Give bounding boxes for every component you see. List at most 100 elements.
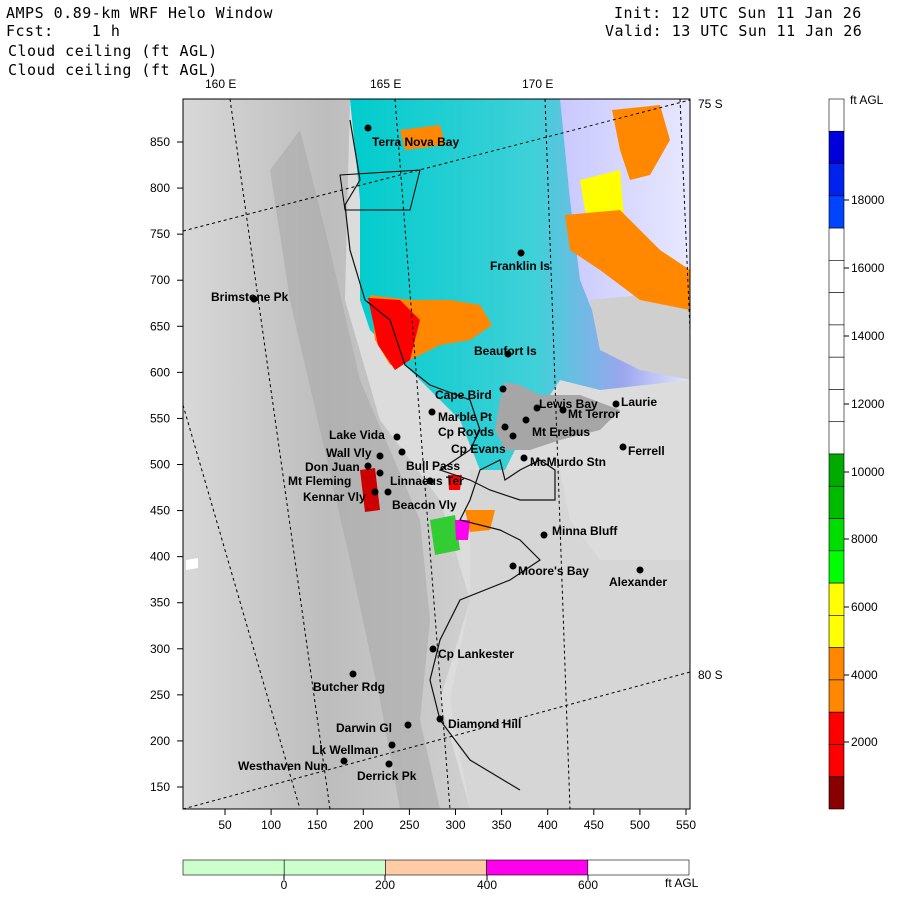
x-tick-label: 300 [445, 818, 465, 832]
header-field-1: Cloud ceiling (ft AGL) [8, 42, 218, 60]
lon-label-165e: 165 E [370, 77, 401, 91]
colorbar-right-segment [828, 679, 845, 713]
colorbar-right-segment [828, 421, 845, 455]
station-dot [559, 406, 567, 414]
colorbar-right-label: 12000 [851, 397, 885, 411]
x-tick-label: 550 [676, 818, 696, 832]
x-tick-label: 350 [492, 818, 512, 832]
station-dot [517, 249, 525, 257]
colorbar-right-segment [828, 550, 845, 584]
y-tick-label: 400 [150, 550, 170, 564]
cloud-white-w [186, 558, 198, 570]
station-label: Westhaven Nun [238, 759, 328, 773]
station-dot [509, 562, 517, 570]
y-tick-label: 300 [150, 642, 170, 656]
y-tick-label: 500 [150, 458, 170, 472]
colorbar-right-label: 14000 [851, 329, 885, 343]
x-tick-label: 200 [353, 818, 373, 832]
y-tick-label: 600 [150, 365, 170, 379]
station-dot [509, 432, 517, 440]
colorbar-bottom-label: 0 [281, 878, 288, 892]
x-tick-label: 150 [307, 818, 327, 832]
station-dot [376, 469, 384, 477]
colorbar-bottom-label: 200 [375, 878, 395, 892]
station-label: Lake Vida [329, 428, 385, 442]
station-dot [376, 452, 384, 460]
cloud-magenta-dv [455, 520, 470, 540]
station-dot [436, 715, 444, 723]
station-label: Darwin Gl [336, 721, 392, 735]
colorbar-right-label: 2000 [851, 735, 878, 749]
colorbar-right-segment [828, 356, 845, 390]
y-tick-label: 850 [150, 135, 170, 149]
colorbar-right-segment [828, 324, 845, 358]
station-label: Kennar Vly [303, 490, 366, 504]
station-label: Cp Royds [438, 425, 494, 439]
station-dot [428, 408, 436, 416]
station-label: Franklin Is [490, 259, 550, 273]
colorbar-right-segment [828, 647, 845, 681]
colorbar-bottom-segment [182, 859, 285, 876]
colorbar-right-segment [828, 453, 845, 487]
station-dot [520, 454, 528, 462]
colorbar-bottom-segment [385, 859, 487, 876]
y-tick-label: 250 [150, 688, 170, 702]
station-label: Ferrell [628, 444, 665, 458]
colorbar-right-label: 8000 [851, 532, 878, 546]
station-dot [364, 462, 372, 470]
x-tick-label: 450 [584, 818, 604, 832]
colorbar-right-label: 18000 [851, 193, 885, 207]
station-dot [388, 741, 396, 749]
colorbar-right-segment [828, 582, 845, 616]
colorbar-right-label: 4000 [851, 668, 878, 682]
station-label: Mt Erebus [532, 425, 590, 439]
station-label: Linnaeus Ter [390, 474, 464, 488]
colorbar-right: 18000 16000 14000 12000 10000 8000 6000 4000 200… [828, 98, 885, 810]
station-label: Mt Fleming [288, 474, 351, 488]
colorbar-bottom-segment [283, 859, 386, 876]
station-dot [404, 721, 412, 729]
y-tick-label: 550 [150, 411, 170, 425]
station-dot [522, 416, 530, 424]
header-valid: Valid: 13 UTC Sun 11 Jan 26 [605, 22, 863, 40]
station-dot [393, 433, 401, 441]
colorbar-right-segment [828, 195, 845, 229]
x-tick-label: 250 [399, 818, 419, 832]
station-dot [429, 645, 437, 653]
colorbar-right-segment [828, 615, 845, 648]
colorbar-right-segment [828, 292, 845, 326]
station-label: Brimstone Pk [211, 290, 289, 304]
header-init: Init: 12 UTC Sun 11 Jan 26 [614, 4, 862, 22]
station-dot [636, 566, 644, 574]
lon-label-170e: 170 E [522, 77, 553, 91]
colorbar-right-segment [828, 227, 845, 261]
station-dot [398, 448, 406, 456]
colorbar-right-segment [828, 389, 845, 423]
station-label: Laurie [621, 395, 657, 409]
station-label: Cape Bird [435, 388, 492, 402]
station-label: Cp Evans [451, 442, 506, 456]
station-dot [340, 757, 348, 765]
header-title: AMPS 0.89-km WRF Helo Window [6, 4, 273, 22]
colorbar-right-segment [828, 776, 845, 810]
colorbar-right-segment [828, 744, 845, 778]
colorbar-right-segment [828, 130, 845, 164]
station-label: Moore's Bay [518, 564, 589, 578]
y-tick-label: 650 [150, 319, 170, 333]
station-label: McMurdo Stn [530, 455, 606, 469]
colorbar-bottom-segment [486, 859, 589, 876]
colorbar-bottom: 0 200 400 600 [182, 859, 690, 892]
station-dot [364, 124, 372, 132]
lat-label-75s: 75 S [698, 97, 723, 111]
lon-label-160e: 160 E [205, 77, 236, 91]
station-label: Minna Bluff [552, 524, 618, 538]
y-axis: 850 800 750 700 650 600 550 500 450 400 350 300 250 2… [150, 135, 183, 794]
station-label: Alexander [609, 575, 667, 589]
colorbar-right-segment [828, 98, 845, 132]
station-dot [619, 443, 627, 451]
colorbar-right-segment [828, 485, 845, 519]
y-tick-label: 750 [150, 227, 170, 241]
map-figure: 160 E 165 E 170 E 75 S 80 S 850 800 750 700… [150, 77, 885, 892]
station-label: Diamond Hill [448, 717, 521, 731]
station-label: Wall Vly [326, 446, 372, 460]
